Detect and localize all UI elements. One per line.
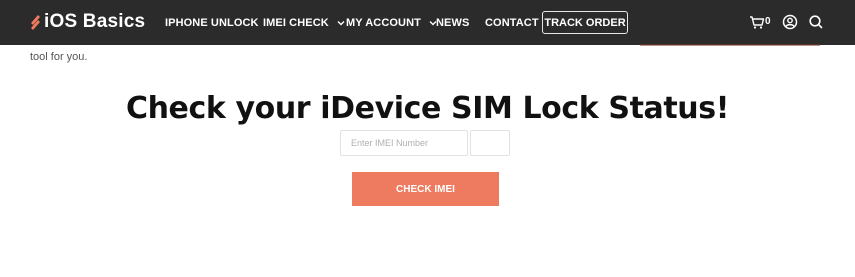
intro-text-fragment: tool for you. [30, 51, 88, 63]
check-imei-button[interactable]: CHECK IMEI [352, 172, 499, 206]
chevron-down-icon [337, 20, 345, 25]
nav-item-label: IMEI CHECK [263, 16, 329, 29]
header-underline-divider [640, 44, 820, 46]
page-title: Check your iDevice SIM Lock Status! [125, 91, 729, 126]
nav-item-news[interactable]: NEWS [436, 0, 469, 45]
nav-item-my-account[interactable]: MY ACCOUNT [346, 0, 437, 45]
nav-item-label: MY ACCOUNT [346, 16, 421, 29]
nav-item-label: NEWS [436, 16, 470, 29]
imei-extra-field[interactable] [470, 130, 510, 156]
search-icon[interactable] [808, 14, 824, 30]
imei-input[interactable] [340, 130, 468, 156]
nav-item-label: CONTACT [485, 16, 539, 29]
top-navbar: iOS Basics IPHONE UNLOCK IMEI CHECK MY A… [0, 0, 855, 45]
cart-count-badge: 0 [765, 16, 771, 27]
track-order-button[interactable]: TRACK ORDER [542, 11, 628, 34]
nav-item-label: IPHONE UNLOCK [165, 16, 259, 29]
account-icon[interactable] [782, 14, 798, 30]
nav-item-iphone-unlock[interactable]: IPHONE UNLOCK [165, 0, 259, 45]
nav-item-contact[interactable]: CONTACT [485, 0, 539, 45]
cart-icon[interactable] [749, 14, 765, 30]
nav-item-imei-check[interactable]: IMEI CHECK [263, 0, 345, 45]
brand-logo[interactable]: iOS Basics [30, 11, 145, 33]
brand-mark-icon [31, 15, 40, 30]
brand-name: iOS Basics [44, 11, 146, 32]
